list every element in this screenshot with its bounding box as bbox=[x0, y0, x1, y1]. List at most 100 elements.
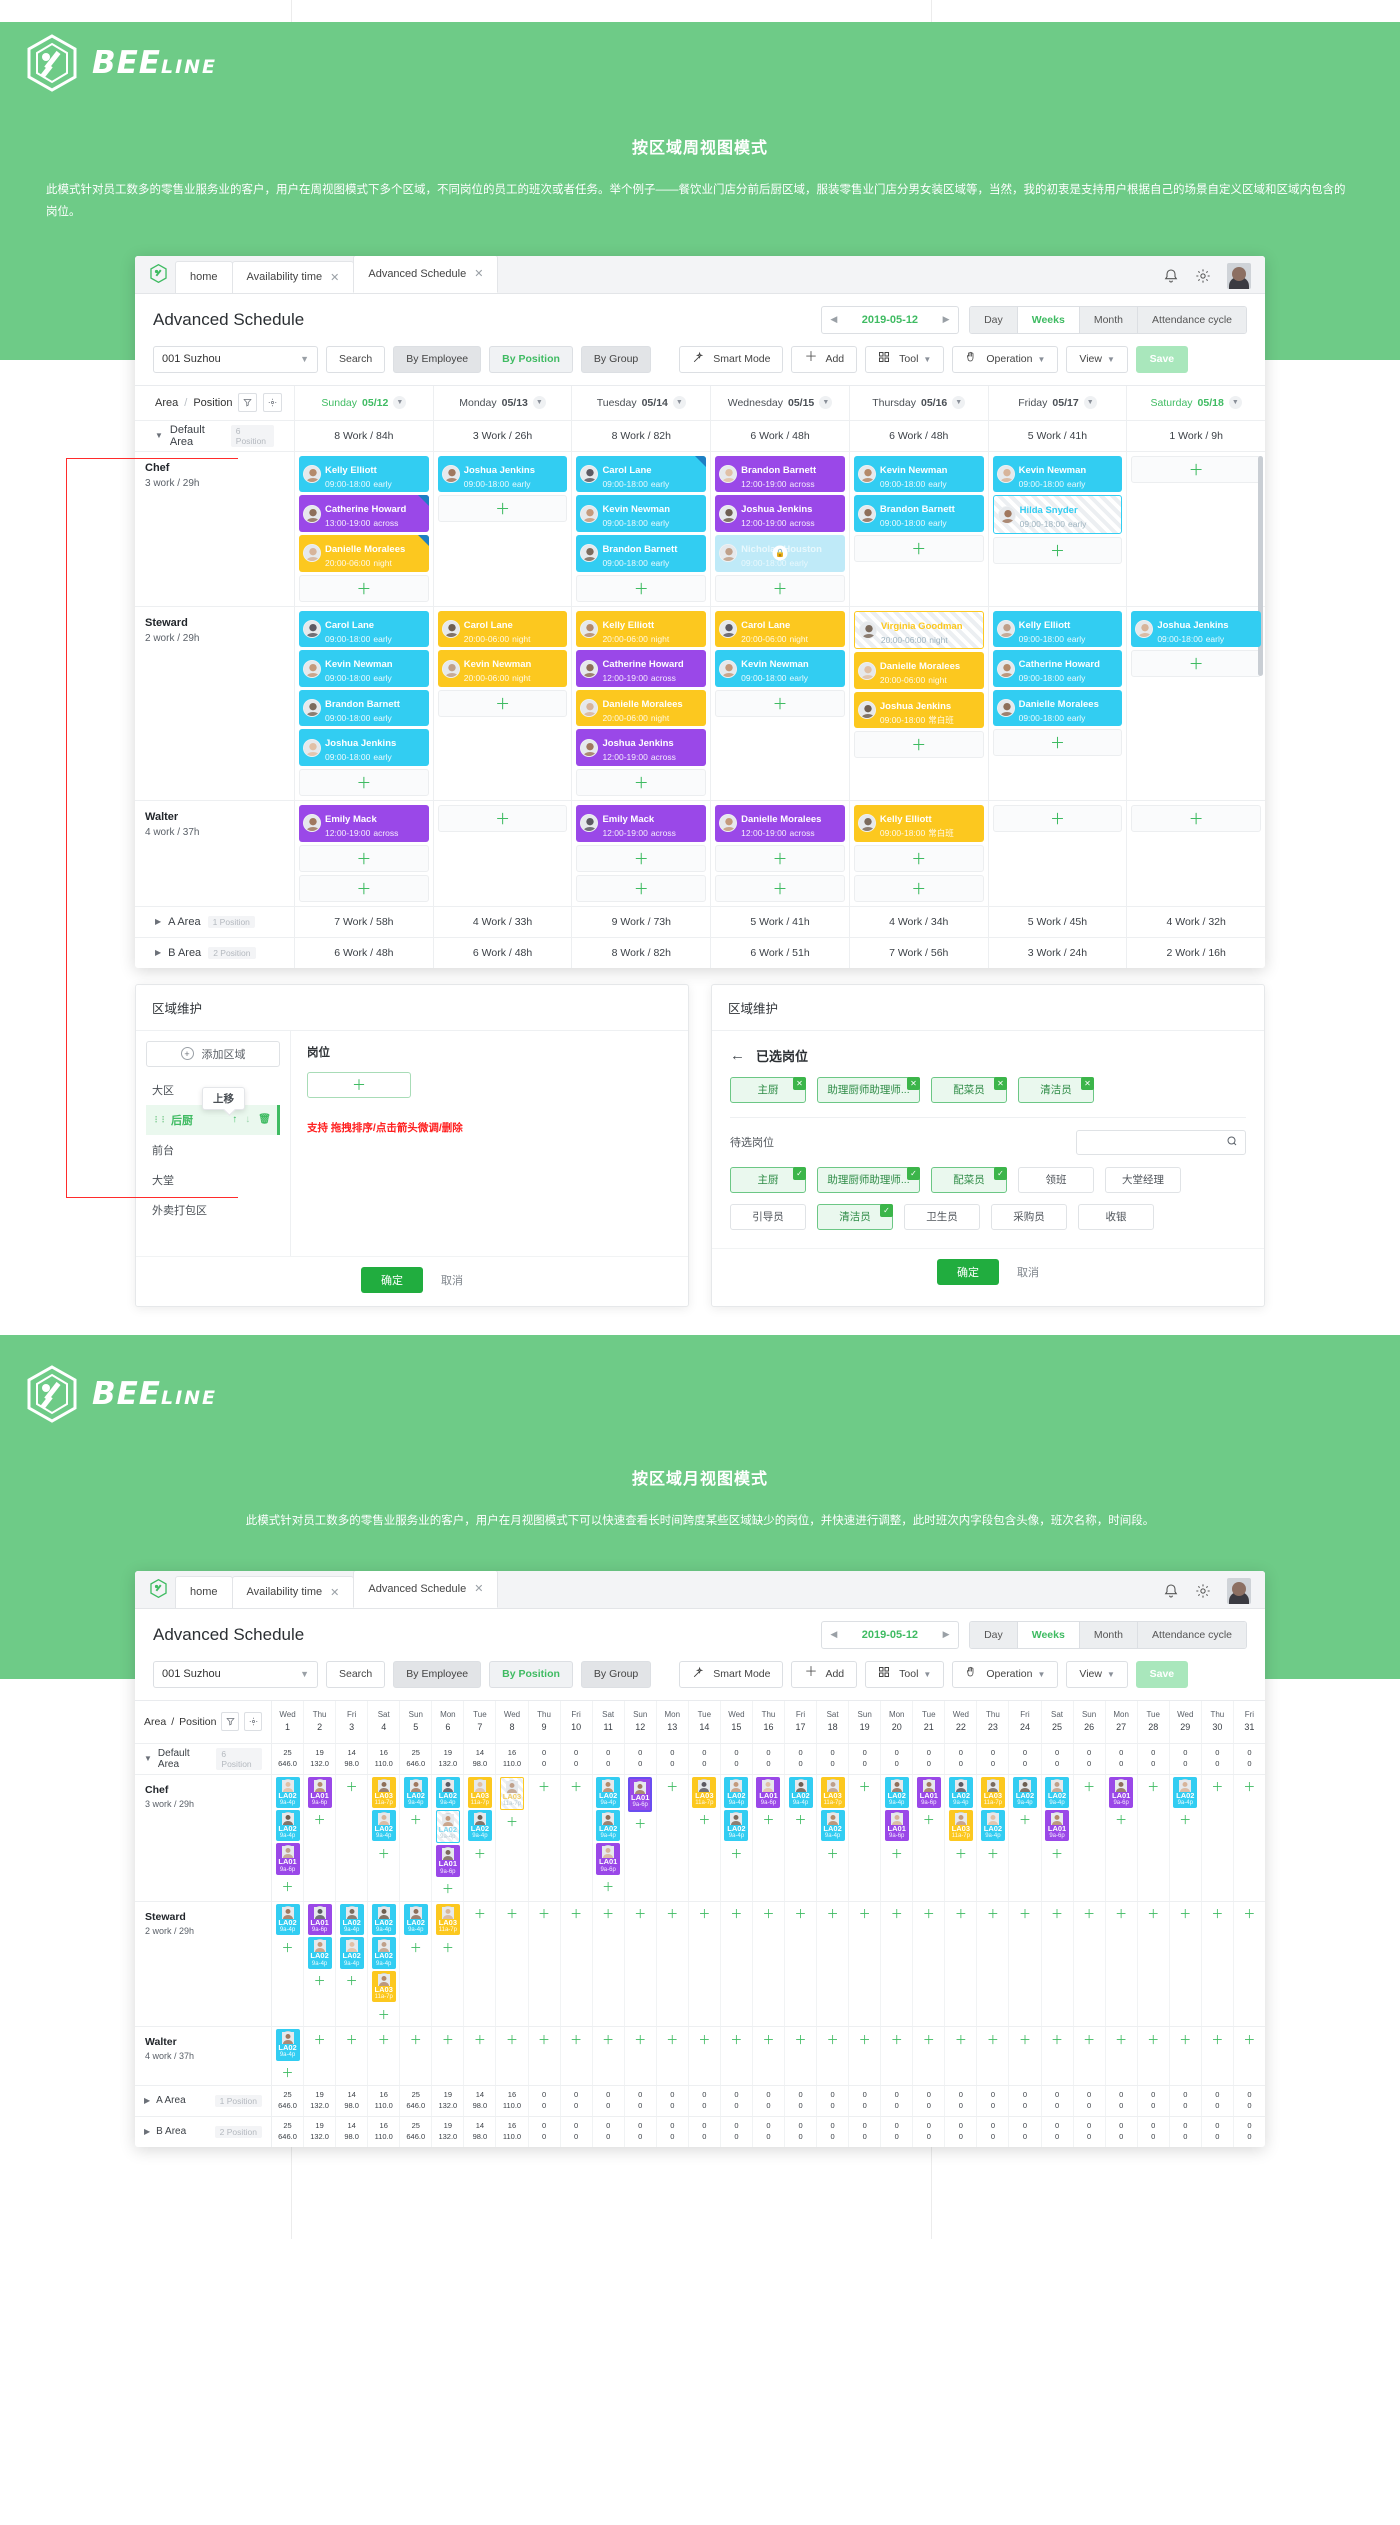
smart-mode-button[interactable]: Smart Mode bbox=[679, 1660, 784, 1688]
position-lead[interactable]: Chef 3 work / 29h bbox=[135, 1774, 272, 1901]
month-shift-card[interactable]: LA02 9a-4p bbox=[788, 1776, 813, 1808]
cancel-button[interactable]: 取消 bbox=[441, 1272, 463, 1288]
add-shift-button[interactable]: ＋ bbox=[821, 2029, 845, 2049]
add-shift-button[interactable]: ＋ bbox=[468, 1904, 492, 1924]
month-schedule-cell[interactable]: ＋ bbox=[753, 2027, 785, 2085]
view-button[interactable]: View ▼ bbox=[1066, 1660, 1128, 1688]
month-schedule-cell[interactable]: LA03 11a-7p ＋ bbox=[432, 1901, 465, 2027]
month-schedule-cell[interactable]: ＋ bbox=[1138, 1774, 1170, 1901]
operation-button[interactable]: Operation ▼ bbox=[952, 345, 1059, 373]
month-schedule-cell[interactable]: ＋ bbox=[1106, 1901, 1138, 2027]
shift-card[interactable]: Danielle Moralees 20:00-06:00 night bbox=[299, 534, 429, 572]
add-shift-button[interactable]: ＋ bbox=[715, 874, 845, 902]
month-schedule-cell[interactable]: ＋ bbox=[881, 1901, 914, 2027]
month-shift-card[interactable]: LA02 9a-4p bbox=[596, 1776, 621, 1808]
month-shift-card[interactable]: LA01 9a-6p bbox=[307, 1903, 332, 1936]
position-search-input[interactable] bbox=[1076, 1129, 1246, 1155]
add-shift-button[interactable]: ＋ bbox=[340, 2029, 364, 2049]
add-shift-button[interactable]: ＋ bbox=[1077, 1904, 1101, 1924]
add-shift-button[interactable]: ＋ bbox=[756, 1810, 780, 1830]
prev-date-icon[interactable]: ◀ bbox=[822, 1629, 846, 1640]
position-chip[interactable]: 配菜员 ✓ bbox=[931, 1166, 1007, 1193]
shift-card[interactable]: Kelly Elliott 20:00-06:00 night bbox=[576, 610, 707, 648]
back-arrow-icon[interactable]: ← bbox=[730, 1047, 745, 1064]
add-shift-button[interactable]: ＋ bbox=[1173, 1904, 1197, 1924]
month-schedule-cell[interactable]: ＋ bbox=[849, 1774, 882, 1901]
shift-card[interactable]: Kevin Newman 20:00-06:00 night bbox=[437, 650, 568, 687]
add-shift-button[interactable]: ＋ bbox=[1045, 1904, 1069, 1924]
position-chip[interactable]: 领班 bbox=[1018, 1166, 1094, 1193]
position-chip[interactable]: 主厨 ✕ bbox=[730, 1076, 806, 1103]
view-mode-weeks[interactable]: Weeks bbox=[1017, 1621, 1080, 1648]
add-shift-button[interactable]: ＋ bbox=[821, 1843, 845, 1863]
schedule-cell[interactable]: Kelly Elliott 20:00-06:00 night Catherine H… bbox=[572, 606, 712, 801]
confirm-button[interactable]: 确定 bbox=[937, 1258, 999, 1285]
view-mode-attendance-cycle[interactable]: Attendance cycle bbox=[1138, 1621, 1246, 1648]
month-schedule-cell[interactable]: LA03 11a-7p LA02 9a-4p ＋ bbox=[464, 1774, 497, 1901]
tab-availability-time[interactable]: Availability time ✕ bbox=[231, 1575, 355, 1608]
month-shift-card[interactable]: LA02 9a-4p bbox=[435, 1809, 460, 1844]
chevron-down-icon[interactable]: ▼ bbox=[952, 396, 966, 410]
month-schedule-cell[interactable]: ＋ bbox=[689, 1901, 721, 2027]
shift-card[interactable]: Kelly Elliott 09:00-18:00 early bbox=[992, 610, 1123, 648]
add-shift-button[interactable]: ＋ bbox=[981, 1843, 1005, 1863]
month-shift-card[interactable]: LA02 9a-4p bbox=[596, 1809, 621, 1842]
position-chip[interactable]: 大堂经理 bbox=[1105, 1166, 1181, 1193]
chevron-down-icon[interactable]: ▼ bbox=[393, 396, 407, 410]
add-shift-button[interactable]: ＋ bbox=[276, 1877, 300, 1897]
month-schedule-cell[interactable]: LA02 9a-4p LA03 11a-7p ＋ bbox=[945, 1774, 978, 1901]
close-icon[interactable]: ✕ bbox=[474, 1582, 483, 1595]
month-schedule-cell[interactable]: ＋ bbox=[1042, 1901, 1074, 2027]
schedule-cell[interactable]: ＋ bbox=[1127, 452, 1265, 606]
add-shift-button[interactable]: ＋ bbox=[299, 574, 429, 602]
shift-card[interactable]: Kelly Elliott 09:00-18:00 常白班 bbox=[853, 805, 984, 842]
shift-card[interactable]: Hilda Snyder 09:00-18:00 early bbox=[992, 495, 1123, 534]
search-button[interactable]: Search bbox=[326, 345, 386, 373]
month-schedule-cell[interactable]: ＋ bbox=[881, 2027, 914, 2085]
store-select[interactable]: 001 Suzhou ▼ bbox=[153, 1660, 318, 1688]
group-by-group-button[interactable]: By Group bbox=[580, 345, 652, 373]
add-shift-button[interactable]: ＋ bbox=[821, 1904, 845, 1924]
add-button[interactable]: ＋ Add bbox=[791, 345, 858, 373]
month-schedule-cell[interactable]: ＋ bbox=[1074, 1774, 1106, 1901]
remove-icon[interactable]: ✕ bbox=[793, 1076, 806, 1090]
add-shift-button[interactable]: ＋ bbox=[1205, 2029, 1229, 2049]
month-schedule-cell[interactable]: ＋ bbox=[336, 1774, 369, 1901]
add-shift-button[interactable]: ＋ bbox=[853, 1777, 877, 1797]
check-icon[interactable]: ✓ bbox=[793, 1166, 806, 1180]
add-shift-button[interactable]: ＋ bbox=[949, 1904, 973, 1924]
month-schedule-cell[interactable]: ＋ bbox=[1202, 1901, 1234, 2027]
add-shift-button[interactable]: ＋ bbox=[917, 2029, 941, 2049]
month-schedule-cell[interactable]: ＋ bbox=[753, 1901, 785, 2027]
month-schedule-cell[interactable]: ＋ bbox=[977, 2027, 1010, 2085]
view-mode-month[interactable]: Month bbox=[1079, 1621, 1139, 1648]
month-schedule-cell[interactable]: LA02 9a-4p LA01 9a-6p ＋ bbox=[881, 1774, 914, 1901]
add-shift-button[interactable]: ＋ bbox=[372, 2029, 396, 2049]
month-schedule-cell[interactable]: ＋ bbox=[977, 1901, 1010, 2027]
month-shift-card[interactable]: LA02 9a-4p bbox=[467, 1809, 492, 1842]
month-schedule-cell[interactable]: ＋ bbox=[1234, 1902, 1265, 2026]
add-shift-button[interactable]: ＋ bbox=[596, 2029, 620, 2049]
schedule-cell[interactable]: Carol Lane 20:00-06:00 night Kevin Newman 20… bbox=[434, 606, 573, 801]
b-area-lead[interactable]: ▶ B Area 2 Position bbox=[135, 2116, 272, 2147]
add-shift-button[interactable]: ＋ bbox=[1237, 1777, 1261, 1797]
month-schedule-cell[interactable]: ＋ bbox=[1138, 1901, 1170, 2027]
schedule-cell[interactable]: Brandon Barnett 12:00-19:00 across Joshua J… bbox=[711, 451, 850, 606]
add-shift-button[interactable]: ＋ bbox=[885, 2029, 909, 2049]
shift-card[interactable]: Joshua Jenkins 09:00-18:00 early bbox=[1131, 610, 1262, 648]
month-shift-card[interactable]: LA02 9a-4p bbox=[884, 1776, 909, 1808]
month-shift-card[interactable]: LA02 9a-4p bbox=[980, 1809, 1005, 1842]
tab-advanced-schedule[interactable]: Advanced Schedule ✕ bbox=[353, 1570, 499, 1608]
add-shift-button[interactable]: ＋ bbox=[692, 1904, 716, 1924]
shift-card[interactable]: Virginia Goodman 20:00-06:00 night bbox=[853, 610, 984, 650]
month-schedule-cell[interactable]: LA01 9a-6p ＋ bbox=[304, 1774, 337, 1901]
add-shift-button[interactable]: ＋ bbox=[992, 536, 1123, 564]
month-schedule-cell[interactable]: ＋ bbox=[625, 2027, 657, 2085]
add-shift-button[interactable]: ＋ bbox=[789, 1810, 813, 1830]
position-chip[interactable]: 配菜员 ✕ bbox=[931, 1076, 1007, 1103]
view-mode-weeks[interactable]: Weeks bbox=[1017, 306, 1080, 333]
tool-button[interactable]: Tool ▼ bbox=[865, 1660, 945, 1688]
month-shift-card[interactable]: LA03 11a-7p bbox=[692, 1776, 717, 1808]
add-shift-button[interactable]: ＋ bbox=[885, 1904, 909, 1924]
add-shift-button[interactable]: ＋ bbox=[1045, 2029, 1069, 2049]
